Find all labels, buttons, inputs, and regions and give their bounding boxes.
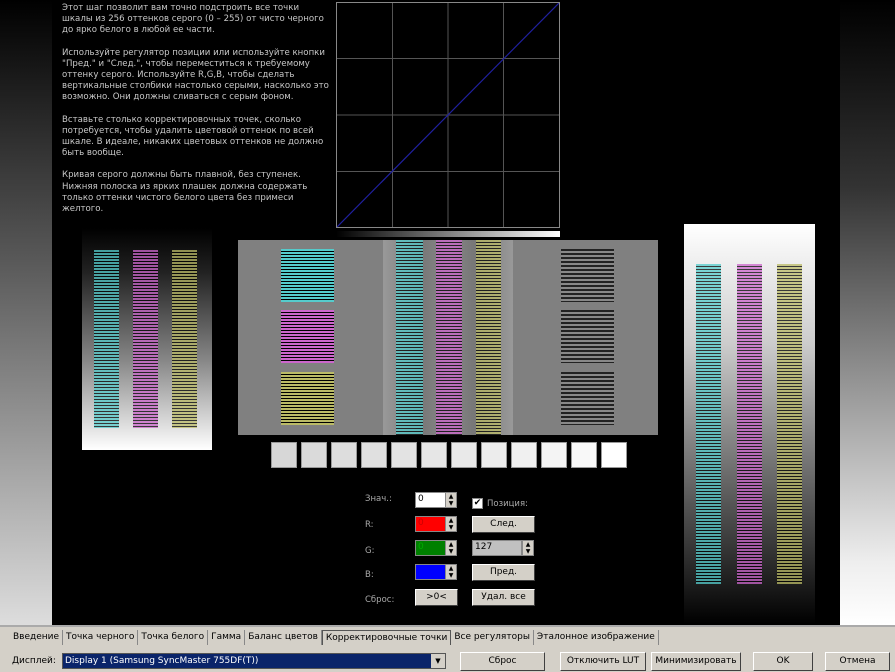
gray-test-pattern <box>238 240 658 435</box>
position-input[interactable]: 127 <box>472 540 522 556</box>
position-spinner[interactable]: ▲ ▼ <box>522 540 534 556</box>
cyan-stripe <box>94 250 119 428</box>
cyan-stripe <box>696 264 721 584</box>
yellow-stripe <box>172 250 197 428</box>
instruction-paragraph: Кривая серого должны быть плавной, без с… <box>62 170 308 215</box>
white-swatch <box>421 442 447 468</box>
chevron-down-icon[interactable]: ▼ <box>431 654 445 668</box>
reset-button[interactable]: Сброс <box>460 652 545 671</box>
white-swatch <box>571 442 597 468</box>
gray-lines-square <box>561 372 614 425</box>
prev-button[interactable]: Пред. <box>472 564 535 581</box>
magenta-square <box>281 310 334 363</box>
g-spinner[interactable]: ▲ ▼ <box>445 540 457 556</box>
display-select-value: Display 1 (Samsung SyncMaster 755DF(T)) <box>65 656 259 666</box>
delete-all-button[interactable]: Удал. все <box>472 589 535 606</box>
yellow-stripe <box>777 264 802 584</box>
b-input[interactable] <box>415 564 446 580</box>
tab-0[interactable]: Введение <box>10 630 64 645</box>
tab-5[interactable]: Корректировочные точки <box>321 630 452 645</box>
gray-gradient-bar <box>336 231 560 237</box>
instruction-paragraph: Вставьте столько корректировочных точек,… <box>62 114 324 159</box>
value-spinner[interactable]: ▲ ▼ <box>445 492 457 508</box>
position-checkbox[interactable]: ✔ <box>472 498 483 509</box>
left-test-panel <box>82 228 212 450</box>
white-swatch <box>481 442 507 468</box>
tab-4[interactable]: Баланс цветов <box>245 630 322 645</box>
instruction-paragraph: Этот шаг позволит вам точно подстроить в… <box>62 3 324 36</box>
magenta-stripe <box>737 264 762 584</box>
left-gradient-strip <box>0 0 52 625</box>
reset-zero-button[interactable]: >0< <box>415 589 458 606</box>
white-swatch <box>271 442 297 468</box>
ok-button[interactable]: OK <box>753 652 813 671</box>
gray-lines-square <box>561 249 614 302</box>
white-swatch <box>541 442 567 468</box>
white-swatch <box>301 442 327 468</box>
minimize-button[interactable]: Минимизировать <box>651 652 741 671</box>
tab-3[interactable]: Гамма <box>208 630 246 645</box>
right-test-panel <box>684 224 815 624</box>
display-label: Дисплей: <box>12 656 56 666</box>
r-input[interactable]: 0 <box>415 516 446 532</box>
white-swatch <box>601 442 627 468</box>
white-swatch <box>391 442 417 468</box>
cyan-stripe <box>396 240 423 435</box>
tab-2[interactable]: Точка белого <box>138 630 209 645</box>
cyan-square <box>281 249 334 302</box>
r-label: R: <box>365 520 374 530</box>
center-gradient <box>383 240 513 435</box>
instruction-paragraph: Используйте регулятор позиции или исполь… <box>62 47 329 103</box>
tab-6[interactable]: Все регуляторы <box>451 630 534 645</box>
yellow-square <box>281 372 334 425</box>
value-label: Знач.: <box>365 494 392 504</box>
white-swatch <box>361 442 387 468</box>
magenta-stripe <box>436 240 462 435</box>
bottom-panel: Введение Точка черного Точка белого Гамма Ба… <box>0 625 895 672</box>
white-swatch <box>511 442 537 468</box>
right-gradient-strip <box>840 0 895 625</box>
cancel-button[interactable]: Отмена <box>825 652 890 671</box>
reset-label: Сброс: <box>365 595 395 605</box>
white-swatch <box>331 442 357 468</box>
display-select[interactable]: Display 1 (Samsung SyncMaster 755DF(T)) … <box>62 653 446 669</box>
b-label: B: <box>365 570 374 580</box>
r-spinner[interactable]: ▲ ▼ <box>445 516 457 532</box>
gray-lines-square <box>561 310 614 363</box>
disable-lut-button[interactable]: Отключить LUT <box>560 652 646 671</box>
value-input[interactable]: 0 <box>415 492 446 508</box>
magenta-stripe <box>133 250 158 428</box>
instructions: Этот шаг позволит вам точно подстроить в… <box>62 3 332 226</box>
g-label: G: <box>365 546 375 556</box>
position-label: Позиция: <box>487 499 528 509</box>
tab-7[interactable]: Эталонное изображение <box>534 630 659 645</box>
g-input[interactable]: 0 <box>415 540 446 556</box>
yellow-stripe <box>476 240 501 435</box>
white-swatches <box>271 442 627 468</box>
white-swatch <box>451 442 477 468</box>
tab-1[interactable]: Точка черного <box>63 630 139 645</box>
tab-bar: Введение Точка черного Точка белого Гамма Ба… <box>10 630 659 645</box>
b-spinner[interactable]: ▲ ▼ <box>445 564 457 580</box>
next-button[interactable]: След. <box>472 516 535 533</box>
gray-curve-graph[interactable] <box>336 2 560 228</box>
